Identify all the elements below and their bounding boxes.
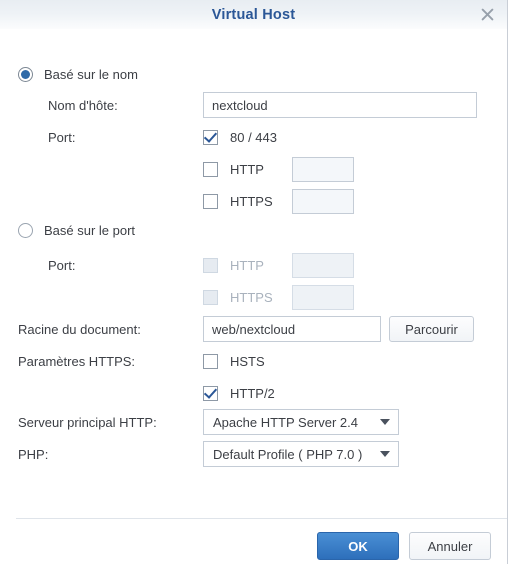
name-port-label: Port: <box>48 129 76 145</box>
php-select[interactable]: Default Profile ( PHP 7.0 ) <box>203 441 399 467</box>
cancel-button[interactable]: Annuler <box>409 532 491 560</box>
checkbox-name-http[interactable] <box>203 161 218 177</box>
footer-buttons: OK Annuler <box>317 532 491 560</box>
radio-name-based-control[interactable] <box>18 67 33 82</box>
https-settings-row: Paramètres HTTPS: HSTS <box>0 349 507 373</box>
checkbox-http2[interactable] <box>203 385 218 401</box>
close-icon[interactable] <box>477 5 497 25</box>
radio-port-based[interactable]: Basé sur le port <box>18 223 135 238</box>
browse-button[interactable]: Parcourir <box>389 316 474 342</box>
ok-button[interactable]: OK <box>317 532 399 560</box>
hostname-input[interactable] <box>203 92 477 118</box>
document-root-input[interactable] <box>203 316 381 342</box>
checkbox-name-https-label[interactable]: HTTPS <box>230 194 292 209</box>
document-root-row: Racine du document: Parcourir <box>0 316 507 342</box>
radio-port-based-label[interactable]: Basé sur le port <box>44 223 135 238</box>
checkbox-name-https[interactable] <box>203 193 218 209</box>
http-backend-label: Serveur principal HTTP: <box>18 414 157 430</box>
radio-name-based[interactable]: Basé sur le nom <box>18 67 138 82</box>
port-https-input <box>292 284 354 310</box>
checkbox-port-https-label: HTTPS <box>230 289 273 305</box>
http2-row: HTTP/2 <box>0 381 507 405</box>
virtual-host-dialog: Virtual Host Basé sur le nom Nom d'hôte:… <box>0 0 508 564</box>
php-label: PHP: <box>18 446 49 462</box>
name-http-row: HTTP <box>0 156 507 182</box>
name-port-row: Port: 80 / 443 <box>0 125 507 149</box>
http-backend-select[interactable]: Apache HTTP Server 2.4 <box>203 409 399 435</box>
port-https-row: HTTPS <box>0 284 507 310</box>
radio-name-based-label[interactable]: Basé sur le nom <box>44 67 138 82</box>
checkbox-name-http-label[interactable]: HTTP <box>230 162 292 177</box>
name-https-port-input[interactable] <box>292 188 354 214</box>
https-settings-label: Paramètres HTTPS: <box>18 353 136 369</box>
name-https-row: HTTPS <box>0 188 507 214</box>
checkbox-hsts[interactable] <box>203 353 218 369</box>
checkbox-http2-label[interactable]: HTTP/2 <box>230 386 275 401</box>
port-http-input <box>292 252 354 278</box>
document-root-label: Racine du document: <box>18 321 141 337</box>
http-backend-row: Serveur principal HTTP: Apache HTTP Serv… <box>0 409 507 435</box>
dialog-titlebar: Virtual Host <box>0 0 507 29</box>
http-backend-select-value[interactable]: Apache HTTP Server 2.4 <box>203 409 399 435</box>
port-http-row: Port: HTTP <box>0 252 507 278</box>
checkbox-port-http-label: HTTP <box>230 257 264 273</box>
port-based-port-label: Port: <box>48 257 76 273</box>
radio-port-based-control[interactable] <box>18 223 33 238</box>
php-row: PHP: Default Profile ( PHP 7.0 ) <box>0 441 507 467</box>
checkbox-80-443[interactable] <box>203 129 218 145</box>
hostname-label: Nom d'hôte: <box>48 97 118 113</box>
name-http-port-input[interactable] <box>292 156 354 182</box>
dialog-body: Basé sur le nom Nom d'hôte: Port: 80 / 4… <box>0 29 507 518</box>
dialog-title: Virtual Host <box>211 6 296 23</box>
dialog-footer: OK Annuler <box>0 518 507 564</box>
footer-divider <box>16 518 507 519</box>
checkbox-hsts-label[interactable]: HSTS <box>230 354 265 369</box>
checkbox-port-http <box>203 257 218 273</box>
checkbox-port-https <box>203 289 218 305</box>
php-select-value[interactable]: Default Profile ( PHP 7.0 ) <box>203 441 399 467</box>
checkbox-80-443-label[interactable]: 80 / 443 <box>230 130 277 145</box>
hostname-row: Nom d'hôte: <box>0 92 507 118</box>
